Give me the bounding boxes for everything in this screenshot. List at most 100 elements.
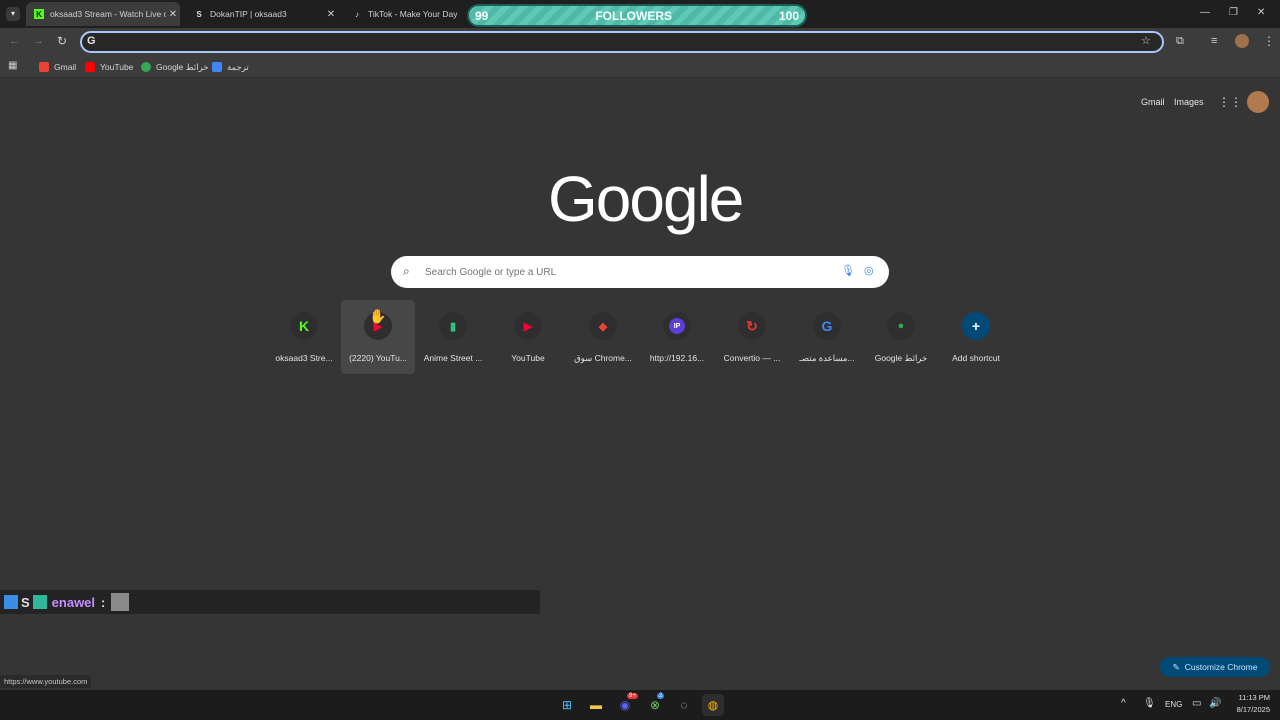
shortcut-tile[interactable]: ▶ YouTube xyxy=(491,300,565,374)
google-logo: Google xyxy=(548,163,744,235)
language-indicator[interactable]: ENG xyxy=(1165,700,1182,709)
chat-separator: : xyxy=(101,594,106,610)
bookmark-label: Google خرائط xyxy=(156,61,209,72)
bookmark-label: ترجمة xyxy=(227,61,249,72)
windows-start-icon[interactable]: ⊞ xyxy=(556,694,578,716)
shortcut-tile[interactable]: ● Google خرائط xyxy=(864,300,938,374)
minimize-button[interactable]: — xyxy=(1200,7,1210,18)
shortcut-tile[interactable]: ▮ Anime Street ... xyxy=(416,300,490,374)
profile-avatar[interactable] xyxy=(1235,34,1249,48)
tab-title: oksaad3 Stream - Watch Live on xyxy=(50,9,166,19)
close-window-button[interactable]: ✕ xyxy=(1257,7,1265,18)
shortcut-label: http://192.16... xyxy=(649,353,705,363)
shortcut-tile[interactable]: ↻ Convertio — ... xyxy=(715,300,789,374)
reload-icon[interactable]: ↻ xyxy=(57,34,67,48)
customize-chrome-button[interactable]: ✎ Customize Chrome xyxy=(1160,657,1270,677)
pencil-icon: ✎ xyxy=(1172,661,1180,672)
address-bar[interactable]: G ☆ xyxy=(80,31,1164,53)
clock-date[interactable]: 8/17/2025 xyxy=(1226,705,1270,714)
windows-taskbar xyxy=(0,690,1280,720)
google-icon: G xyxy=(813,312,841,340)
status-bubble: https://www.youtube.com xyxy=(0,675,92,688)
chat-badge-letter: S xyxy=(21,594,30,610)
tab-title: TikTok - Make Your Day xyxy=(368,9,458,19)
subscriber-badge-icon xyxy=(32,595,47,609)
search-box[interactable]: ⌕ 🎙 ◎ xyxy=(391,256,889,288)
media-control-icon[interactable]: ≡ xyxy=(1211,35,1217,47)
obs-icon[interactable]: ◌ xyxy=(673,694,695,716)
shortcut-tile[interactable]: K oksaad3 Stre... xyxy=(267,300,341,374)
shortcut-label: سوق Chrome... xyxy=(574,353,632,363)
bookmark-gmail[interactable]: Gmail xyxy=(39,60,76,74)
address-input[interactable] xyxy=(102,35,1132,49)
add-shortcut-button[interactable]: + Add shortcut xyxy=(939,300,1013,374)
clock-time[interactable]: 11:13 PM xyxy=(1228,693,1270,702)
emote-image xyxy=(111,593,130,611)
maps-icon xyxy=(141,62,151,72)
shortcut-label: Google خرائط xyxy=(874,353,928,363)
extensions-icon[interactable]: ⧉ xyxy=(1176,35,1184,48)
gmail-link[interactable]: Gmail xyxy=(1141,97,1165,107)
tab-dokantip[interactable]: S DokanTIP | oksaad3 ✕ xyxy=(186,2,338,26)
bookmark-google-maps[interactable]: Google خرائط xyxy=(141,60,209,74)
shortcut-label: Anime Street ... xyxy=(423,353,483,363)
maps-icon: ● xyxy=(887,312,915,340)
customize-label: Customize Chrome xyxy=(1184,662,1258,672)
google-g-icon: G xyxy=(87,35,96,47)
youtube-icon xyxy=(85,62,95,72)
microphone-icon[interactable]: 🎙 xyxy=(1143,698,1156,709)
youtube-icon: ▶ xyxy=(514,312,542,340)
shortcut-label: (2220) YouTu... xyxy=(349,353,407,363)
images-link[interactable]: Images xyxy=(1174,97,1204,107)
chrome-menu-icon[interactable]: ⋮ xyxy=(1263,34,1275,48)
followers-goal-overlay: 99 FOLLOWERS 100 xyxy=(467,4,807,27)
account-avatar[interactable] xyxy=(1247,91,1269,113)
shortcut-label: Add shortcut xyxy=(952,353,1000,363)
volume-icon[interactable]: 🔊 xyxy=(1209,698,1221,709)
mouse-cursor-icon: ✋ xyxy=(369,308,387,324)
shortcut-label: مساعدة متصـ... xyxy=(799,353,855,363)
shortcut-tile[interactable]: G مساعدة متصـ... xyxy=(790,300,864,374)
file-explorer-icon[interactable]: ▬ xyxy=(585,694,607,716)
shortcut-label: Convertio — ... xyxy=(723,353,781,363)
voice-search-icon[interactable]: 🎙 xyxy=(841,264,855,277)
badge-icon xyxy=(4,595,18,609)
forward-icon[interactable]: → xyxy=(33,35,44,47)
back-icon[interactable]: ← xyxy=(9,35,20,47)
tray-overflow-icon[interactable]: ^ xyxy=(1121,698,1126,709)
close-tab-icon[interactable]: ✕ xyxy=(166,9,180,20)
kick-icon: K xyxy=(290,312,318,340)
dokantip-icon: S xyxy=(196,9,202,19)
tab-title: DokanTIP | oksaad3 xyxy=(210,9,287,19)
tab-oksaad3-stream[interactable]: K oksaad3 Stream - Watch Live on ✕ xyxy=(26,2,180,26)
search-input[interactable] xyxy=(425,264,825,280)
apps-grid-icon[interactable]: ▦ xyxy=(8,60,17,71)
followers-current: 99 xyxy=(475,8,489,23)
restore-button[interactable]: ❐ xyxy=(1229,7,1238,18)
search-icon: ⌕ xyxy=(403,264,410,278)
translate-icon xyxy=(212,62,222,72)
bookmark-translate[interactable]: ترجمة xyxy=(212,60,249,74)
shortcut-label: oksaad3 Stre... xyxy=(275,353,333,363)
shortcut-tile[interactable]: IP http://192.16... xyxy=(640,300,714,374)
anime-street-icon: ▮ xyxy=(439,312,467,340)
bookmark-youtube[interactable]: YouTube xyxy=(85,60,133,74)
shortcut-label: YouTube xyxy=(511,353,545,363)
tiktok-icon: ♪ xyxy=(355,9,359,19)
followers-label: FOLLOWERS xyxy=(595,8,672,23)
google-apps-icon[interactable]: ⋮⋮ xyxy=(1218,95,1242,109)
discord-badge: 9+ xyxy=(627,693,638,699)
ip-icon: IP xyxy=(663,312,691,340)
convertio-icon: ↻ xyxy=(738,312,766,340)
bookmark-star-icon[interactable]: ☆ xyxy=(1141,34,1151,47)
gmail-icon xyxy=(39,62,49,72)
tab-search-button[interactable]: ▾ xyxy=(6,7,20,21)
chrome-web-store-icon: ◆ xyxy=(589,312,617,340)
stream-chat-overlay: S enawel : xyxy=(0,590,540,614)
tab-tiktok[interactable]: ♪ TikTok - Make Your Day xyxy=(344,2,464,26)
close-tab-icon[interactable]: ✕ xyxy=(324,9,338,20)
network-icon[interactable]: ▭ xyxy=(1192,698,1201,709)
lens-icon[interactable]: ◎ xyxy=(864,264,874,277)
chrome-taskbar-icon[interactable]: ◍ xyxy=(702,694,724,716)
shortcut-tile[interactable]: ◆ سوق Chrome... xyxy=(566,300,640,374)
